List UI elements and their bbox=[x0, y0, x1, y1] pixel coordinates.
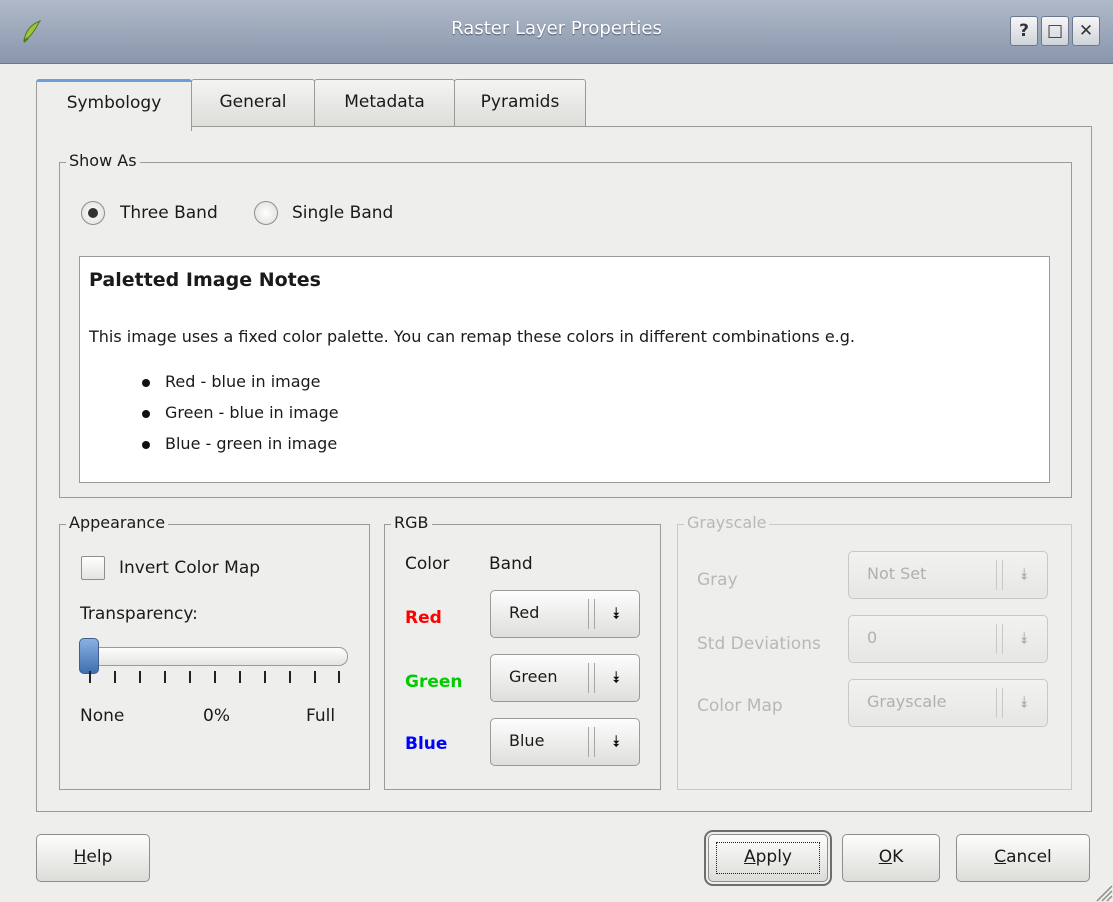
transparency-slider-track[interactable] bbox=[81, 647, 348, 666]
slider-tick bbox=[289, 671, 291, 683]
rgb-band-column-header: Band bbox=[489, 554, 533, 574]
gray-band-select[interactable]: Not Set ⯯ bbox=[848, 551, 1048, 599]
slider-tick bbox=[114, 671, 116, 683]
apply-button[interactable]: Apply bbox=[704, 830, 832, 886]
green-channel-label: Green bbox=[405, 672, 463, 692]
tab-general[interactable]: General bbox=[191, 79, 315, 127]
help-button-label: Help bbox=[73, 847, 113, 867]
transparency-label: Transparency: bbox=[80, 604, 198, 624]
combo-separator bbox=[996, 624, 1003, 654]
red-band-value: Red bbox=[509, 603, 540, 622]
rgb-color-column-header: Color bbox=[405, 554, 450, 574]
std-deviations-value: 0 bbox=[867, 628, 878, 647]
dropdown-arrow-icon: ⯯ bbox=[611, 668, 621, 687]
slider-tick bbox=[139, 671, 141, 683]
green-band-value: Green bbox=[509, 667, 558, 686]
list-item: Green - blue in image bbox=[142, 403, 339, 434]
slider-tick bbox=[89, 671, 91, 683]
gray-band-value: Not Set bbox=[867, 564, 927, 583]
cancel-button[interactable]: Cancel bbox=[956, 834, 1090, 882]
dropdown-arrow-icon: ⯯ bbox=[1019, 565, 1029, 584]
appearance-legend: Appearance bbox=[66, 513, 169, 532]
slider-tick bbox=[214, 671, 216, 683]
dropdown-arrow-icon: ⯯ bbox=[611, 604, 621, 623]
focus-ring bbox=[716, 842, 820, 874]
invert-color-map-label[interactable]: Invert Color Map bbox=[119, 558, 260, 578]
transparency-min-label: None bbox=[80, 706, 125, 726]
blue-band-value: Blue bbox=[509, 731, 545, 750]
notes-body: This image uses a fixed color palette. Y… bbox=[89, 327, 855, 346]
list-item: Red - blue in image bbox=[142, 372, 339, 403]
help-button[interactable]: Help bbox=[36, 834, 150, 882]
green-band-select[interactable]: Green ⯯ bbox=[490, 654, 640, 702]
three-band-label[interactable]: Three Band bbox=[120, 203, 218, 223]
ok-button-label: OK bbox=[878, 847, 904, 867]
transparency-slider-handle[interactable] bbox=[79, 638, 99, 674]
slider-tick bbox=[314, 671, 316, 683]
radio-selected-dot bbox=[88, 208, 98, 218]
transparency-value-label: 0% bbox=[203, 706, 230, 726]
combo-separator bbox=[996, 560, 1003, 590]
window-title: Raster Layer Properties bbox=[451, 18, 662, 39]
resize-grip-icon[interactable] bbox=[1091, 880, 1113, 902]
tab-symbology[interactable]: Symbology bbox=[36, 79, 192, 131]
combo-separator bbox=[588, 663, 595, 693]
cancel-button-label: Cancel bbox=[994, 847, 1052, 867]
rgb-legend: RGB bbox=[391, 513, 432, 532]
notes-heading: Paletted Image Notes bbox=[89, 269, 321, 291]
blue-band-select[interactable]: Blue ⯯ bbox=[490, 718, 640, 766]
paletted-notes-box: Paletted Image Notes This image uses a f… bbox=[79, 256, 1050, 483]
slider-tick bbox=[239, 671, 241, 683]
slider-tick bbox=[338, 671, 340, 683]
combo-separator bbox=[588, 599, 595, 629]
color-map-label: Color Map bbox=[697, 696, 783, 716]
notes-list: Red - blue in image Green - blue in imag… bbox=[142, 372, 339, 465]
grayscale-legend: Grayscale bbox=[684, 513, 770, 532]
color-map-select[interactable]: Grayscale ⯯ bbox=[848, 679, 1048, 727]
close-window-button[interactable]: ✕ bbox=[1072, 16, 1100, 46]
dropdown-arrow-icon: ⯯ bbox=[1019, 693, 1029, 712]
color-map-value: Grayscale bbox=[867, 692, 947, 711]
slider-tick bbox=[164, 671, 166, 683]
ok-button[interactable]: OK bbox=[842, 834, 940, 882]
help-window-button[interactable]: ? bbox=[1010, 16, 1038, 46]
gray-label: Gray bbox=[697, 570, 738, 590]
invert-color-map-checkbox[interactable] bbox=[81, 556, 105, 580]
std-deviations-select[interactable]: 0 ⯯ bbox=[848, 615, 1048, 663]
tab-metadata[interactable]: Metadata bbox=[314, 79, 455, 127]
transparency-max-label: Full bbox=[306, 706, 336, 726]
list-item: Blue - green in image bbox=[142, 434, 339, 465]
title-bar: Raster Layer Properties ? □ ✕ bbox=[0, 0, 1113, 64]
show-as-legend: Show As bbox=[66, 151, 140, 170]
slider-tick bbox=[189, 671, 191, 683]
combo-separator bbox=[996, 688, 1003, 718]
single-band-label[interactable]: Single Band bbox=[292, 203, 393, 223]
slider-tick bbox=[264, 671, 266, 683]
red-channel-label: Red bbox=[405, 608, 442, 628]
tab-pyramids[interactable]: Pyramids bbox=[454, 79, 586, 127]
blue-channel-label: Blue bbox=[405, 734, 448, 754]
dropdown-arrow-icon: ⯯ bbox=[1019, 629, 1029, 648]
single-band-radio[interactable] bbox=[254, 201, 278, 225]
std-deviations-label: Std Deviations bbox=[697, 634, 821, 654]
dropdown-arrow-icon: ⯯ bbox=[611, 732, 621, 751]
maximize-window-button[interactable]: □ bbox=[1041, 16, 1069, 46]
combo-separator bbox=[588, 727, 595, 757]
three-band-radio[interactable] bbox=[81, 201, 105, 225]
red-band-select[interactable]: Red ⯯ bbox=[490, 590, 640, 638]
